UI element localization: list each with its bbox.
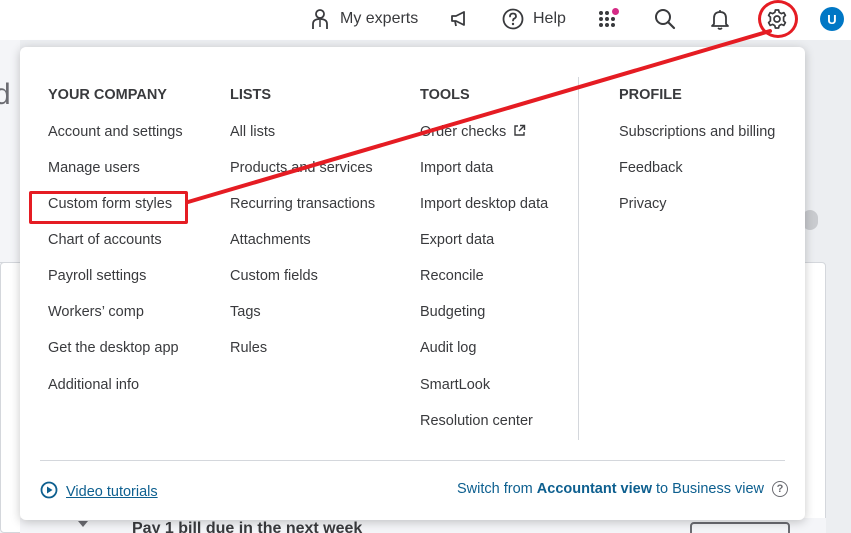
annotation-arrow-line bbox=[186, 29, 772, 204]
